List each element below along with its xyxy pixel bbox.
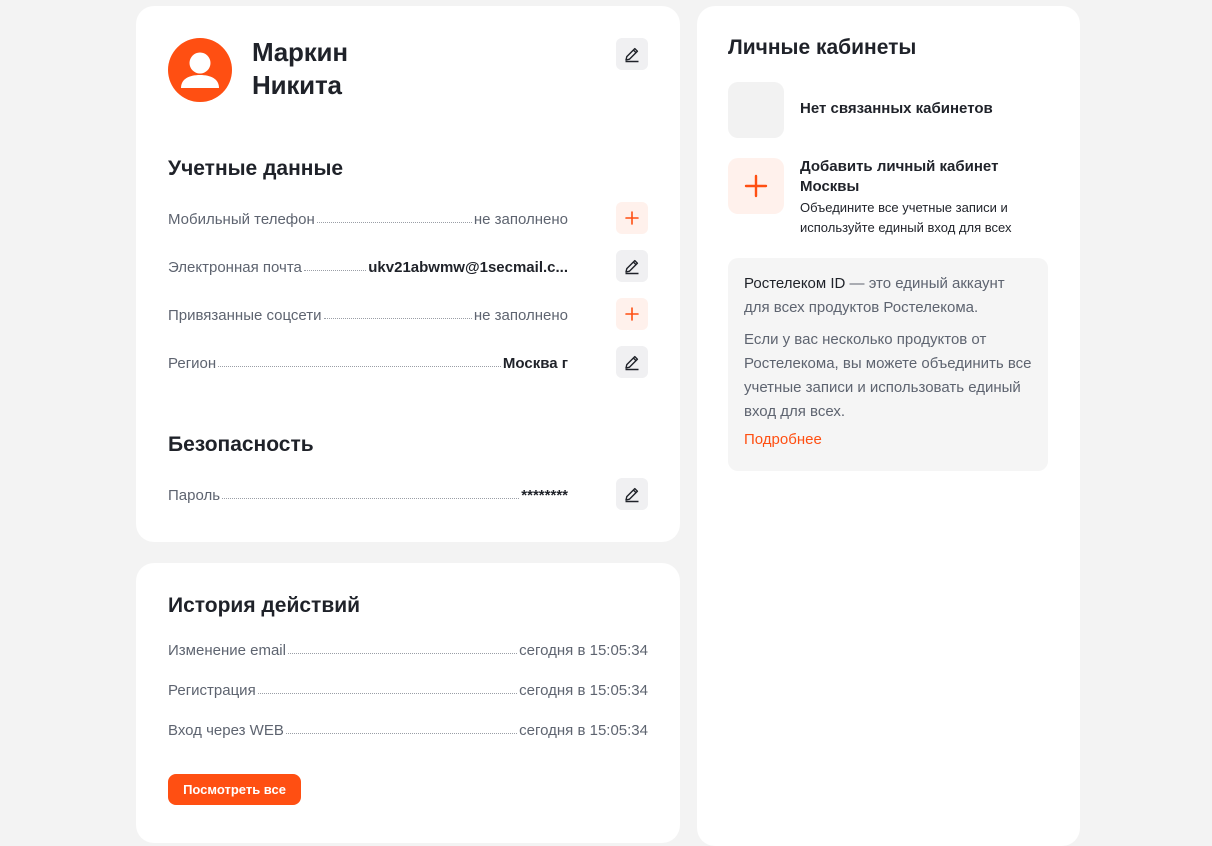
history-row: Изменение email сегодня в 15:05:34	[168, 639, 648, 659]
dotted-leader	[303, 270, 367, 271]
accounts-title: Личные кабинеты	[728, 36, 917, 59]
user-first-name: Никита	[252, 70, 342, 100]
credentials-row-region: Регион Москва г	[168, 352, 568, 372]
accounts-card: Личные кабинеты Нет связанных кабинетов …	[697, 6, 1080, 846]
pencil-icon	[625, 259, 639, 275]
pencil-icon	[625, 47, 639, 63]
row-value: сегодня в 15:05:34	[519, 722, 648, 739]
edit-name-button[interactable]	[616, 38, 648, 70]
row-value: не заполнено	[473, 211, 568, 228]
row-label: Изменение email	[168, 642, 286, 659]
pencil-icon	[625, 355, 639, 371]
add-account-title[interactable]: Добавить личный кабинет Москвы	[800, 157, 1040, 197]
row-value: ukv21abwmw@1secmail.c...	[368, 259, 568, 276]
history-card: История действий Изменение email сегодня…	[136, 563, 680, 843]
add-account-button[interactable]	[728, 158, 784, 214]
plus-icon	[625, 307, 639, 321]
add-socials-button[interactable]	[616, 298, 648, 330]
more-link[interactable]: Подробнее	[744, 431, 1032, 448]
row-value: Москва г	[502, 355, 568, 372]
edit-password-button[interactable]	[616, 478, 648, 510]
dotted-leader	[285, 733, 518, 734]
credentials-row-socials: Привязанные соцсети не заполнено	[168, 304, 568, 324]
row-label: Пароль	[168, 487, 221, 504]
security-title: Безопасность	[168, 433, 314, 456]
dotted-leader	[257, 693, 518, 694]
view-all-button[interactable]: Посмотреть все	[168, 774, 301, 805]
row-label: Мобильный телефон	[168, 211, 315, 228]
credentials-row-email: Электронная почта ukv21abwmw@1secmail.c.…	[168, 256, 568, 276]
row-value: ********	[521, 487, 568, 504]
info-brand: Ростелеком ID	[744, 275, 846, 292]
user-last-name: Маркин	[252, 37, 348, 67]
history-row: Регистрация сегодня в 15:05:34	[168, 679, 648, 699]
history-row: Вход через WEB сегодня в 15:05:34	[168, 719, 648, 739]
pencil-icon	[625, 487, 639, 503]
dotted-leader	[222, 498, 520, 499]
add-phone-button[interactable]	[616, 202, 648, 234]
credentials-title: Учетные данные	[168, 157, 344, 180]
user-name: Маркин Никита	[252, 36, 348, 102]
credentials-row-phone: Мобильный телефон не заполнено	[168, 208, 568, 228]
row-value: не заполнено	[473, 307, 568, 324]
rostelecom-id-info: Ростелеком ID — это единый аккаунт для в…	[728, 258, 1048, 471]
dotted-leader	[316, 222, 472, 223]
dotted-leader	[218, 366, 501, 367]
plus-icon	[744, 174, 768, 198]
row-label: Регистрация	[168, 682, 256, 699]
row-label: Электронная почта	[168, 259, 302, 276]
account-placeholder	[728, 82, 784, 138]
row-value: сегодня в 15:05:34	[519, 642, 648, 659]
row-label: Вход через WEB	[168, 722, 284, 739]
history-title: История действий	[168, 594, 361, 617]
edit-email-button[interactable]	[616, 250, 648, 282]
edit-region-button[interactable]	[616, 346, 648, 378]
row-value: сегодня в 15:05:34	[519, 682, 648, 699]
row-label: Регион	[168, 355, 217, 372]
avatar	[168, 38, 232, 102]
dotted-leader	[323, 318, 472, 319]
dotted-leader	[287, 653, 518, 654]
info-lead: Ростелеком ID — это единый аккаунт для в…	[744, 272, 1032, 320]
add-account-description: Объедините все учетные записи и использу…	[800, 200, 1012, 235]
profile-card: Маркин Никита Учетные данные Мобильный т…	[136, 6, 680, 542]
row-label: Привязанные соцсети	[168, 307, 322, 324]
security-row-password: Пароль ********	[168, 484, 568, 504]
no-accounts-text: Нет связанных кабинетов	[800, 100, 993, 117]
user-icon	[181, 52, 219, 88]
plus-icon	[625, 211, 639, 225]
info-body: Если у вас несколько продуктов от Ростел…	[744, 331, 1032, 420]
